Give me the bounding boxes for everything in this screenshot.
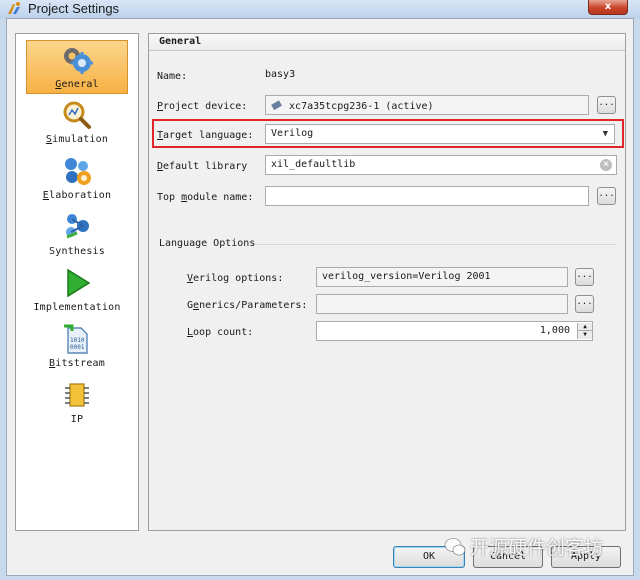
bitstream-file-icon: 1010 0001 bbox=[64, 324, 88, 354]
loop-count-label: Loop count: bbox=[187, 327, 254, 338]
default-library-input[interactable]: xil_defaultlib ✕ bbox=[265, 155, 617, 175]
loop-count-spinner[interactable]: 1,000 ▲ ▼ bbox=[316, 321, 593, 341]
top-module-name-label: Top module name: bbox=[157, 192, 254, 203]
target-language-value: Verilog bbox=[271, 128, 314, 139]
implementation-play-icon bbox=[67, 268, 91, 298]
svg-text:0001: 0001 bbox=[70, 344, 85, 351]
project-device-value: xc7a35tcpg236-1 (active) bbox=[289, 101, 434, 112]
sidebar-item-bitstream[interactable]: 1010 0001 Bitstream bbox=[26, 320, 128, 374]
project-device-browse-button[interactable]: ... bbox=[597, 96, 616, 114]
verilog-options-browse-button[interactable]: ... bbox=[575, 268, 594, 286]
close-icon: x bbox=[604, 1, 612, 12]
sidebar-item-general[interactable]: General bbox=[26, 40, 128, 94]
default-library-value: xil_defaultlib bbox=[271, 159, 356, 170]
watermark-overlay: 开源硬件创客坊 bbox=[444, 533, 628, 561]
decrement-arrow-icon[interactable]: ▼ bbox=[578, 331, 592, 339]
generics-parameters-browse-button[interactable]: ... bbox=[575, 295, 594, 313]
sidebar-item-label: Bitstream bbox=[49, 358, 105, 369]
sidebar-item-ip[interactable]: IP bbox=[26, 376, 128, 430]
language-options-group-title: Language Options bbox=[159, 238, 256, 249]
general-settings-panel: General Name: basy3 Project device: xc7a… bbox=[148, 33, 626, 531]
general-gears-icon bbox=[64, 48, 93, 74]
clear-icon[interactable]: ✕ bbox=[600, 159, 612, 171]
sidebar-item-label: Simulation bbox=[45, 134, 109, 145]
sidebar-item-synthesis[interactable]: Synthesis bbox=[26, 208, 128, 262]
sidebar-item-label: Synthesis bbox=[49, 246, 105, 257]
verilog-options-field: verilog_version=Verilog 2001 bbox=[316, 267, 568, 287]
sidebar-item-label: Elaboration bbox=[42, 190, 112, 201]
vivado-app-icon bbox=[8, 2, 20, 14]
chevron-down-icon: ▼ bbox=[602, 129, 608, 139]
svg-text:1010: 1010 bbox=[70, 337, 85, 344]
settings-category-sidebar: General Simulation Elaboration Synthesis… bbox=[15, 33, 139, 531]
group-divider bbox=[255, 244, 617, 245]
top-module-browse-button[interactable]: ... bbox=[597, 187, 616, 205]
sidebar-item-simulation[interactable]: Simulation bbox=[26, 96, 128, 150]
target-language-label: Target language: bbox=[157, 130, 254, 141]
sidebar-item-elaboration[interactable]: Elaboration bbox=[26, 152, 128, 206]
wechat-watermark-icon bbox=[444, 538, 466, 556]
title-bar: Project Settings x bbox=[0, 0, 640, 18]
sidebar-item-label: General bbox=[55, 79, 99, 90]
sidebar-item-implementation[interactable]: Implementation bbox=[26, 264, 128, 318]
synthesis-molecule-icon bbox=[66, 214, 89, 239]
target-language-select[interactable]: Verilog ▼ bbox=[265, 124, 615, 144]
panel-heading: General bbox=[149, 34, 625, 51]
project-device-field: xc7a35tcpg236-1 (active) bbox=[265, 95, 589, 115]
ip-chip-icon bbox=[65, 383, 89, 407]
elaboration-molecule-icon bbox=[65, 158, 91, 185]
generics-parameters-field bbox=[316, 294, 568, 314]
project-name-value: basy3 bbox=[265, 69, 296, 80]
generics-parameters-label: Generics/Parameters: bbox=[187, 300, 308, 311]
simulation-magnifier-icon bbox=[63, 101, 91, 129]
loop-count-value: 1,000 bbox=[539, 325, 570, 336]
verilog-options-value: verilog_version=Verilog 2001 bbox=[322, 271, 491, 282]
name-label: Name: bbox=[157, 71, 188, 82]
project-settings-dialog: General Simulation Elaboration Synthesis… bbox=[6, 18, 634, 576]
window-title: Project Settings bbox=[28, 1, 120, 16]
default-library-label: Default library bbox=[157, 161, 248, 172]
sidebar-item-label: Implementation bbox=[33, 302, 121, 313]
watermark-text: 开源硬件创客坊 bbox=[470, 537, 604, 559]
device-chip-icon bbox=[271, 100, 282, 111]
project-device-label: Project device: bbox=[157, 101, 248, 112]
top-module-name-input[interactable] bbox=[265, 186, 589, 206]
verilog-options-label: Verilog options: bbox=[187, 273, 284, 284]
close-button[interactable]: x bbox=[588, 0, 628, 15]
sidebar-item-label: IP bbox=[70, 414, 84, 425]
loop-count-stepper: ▲ ▼ bbox=[577, 323, 592, 339]
increment-arrow-icon[interactable]: ▲ bbox=[578, 323, 592, 331]
